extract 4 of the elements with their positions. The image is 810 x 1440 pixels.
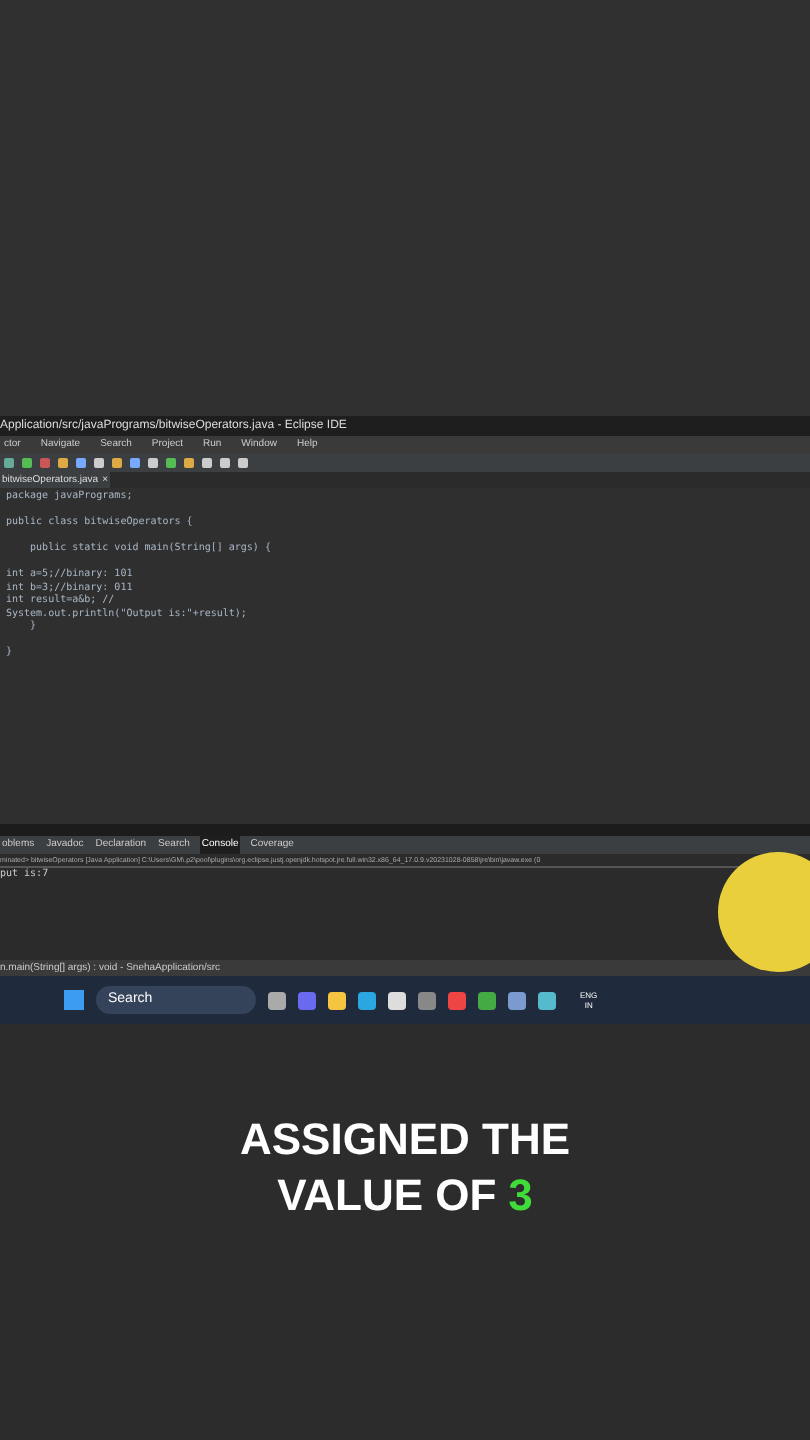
caption-text: ASSIGNED THE — [239, 1112, 571, 1168]
horizontal-scrollbar[interactable] — [0, 824, 810, 836]
caption-text: VALUE OF — [277, 1168, 497, 1224]
caption-highlight: 3 — [508, 1168, 533, 1224]
